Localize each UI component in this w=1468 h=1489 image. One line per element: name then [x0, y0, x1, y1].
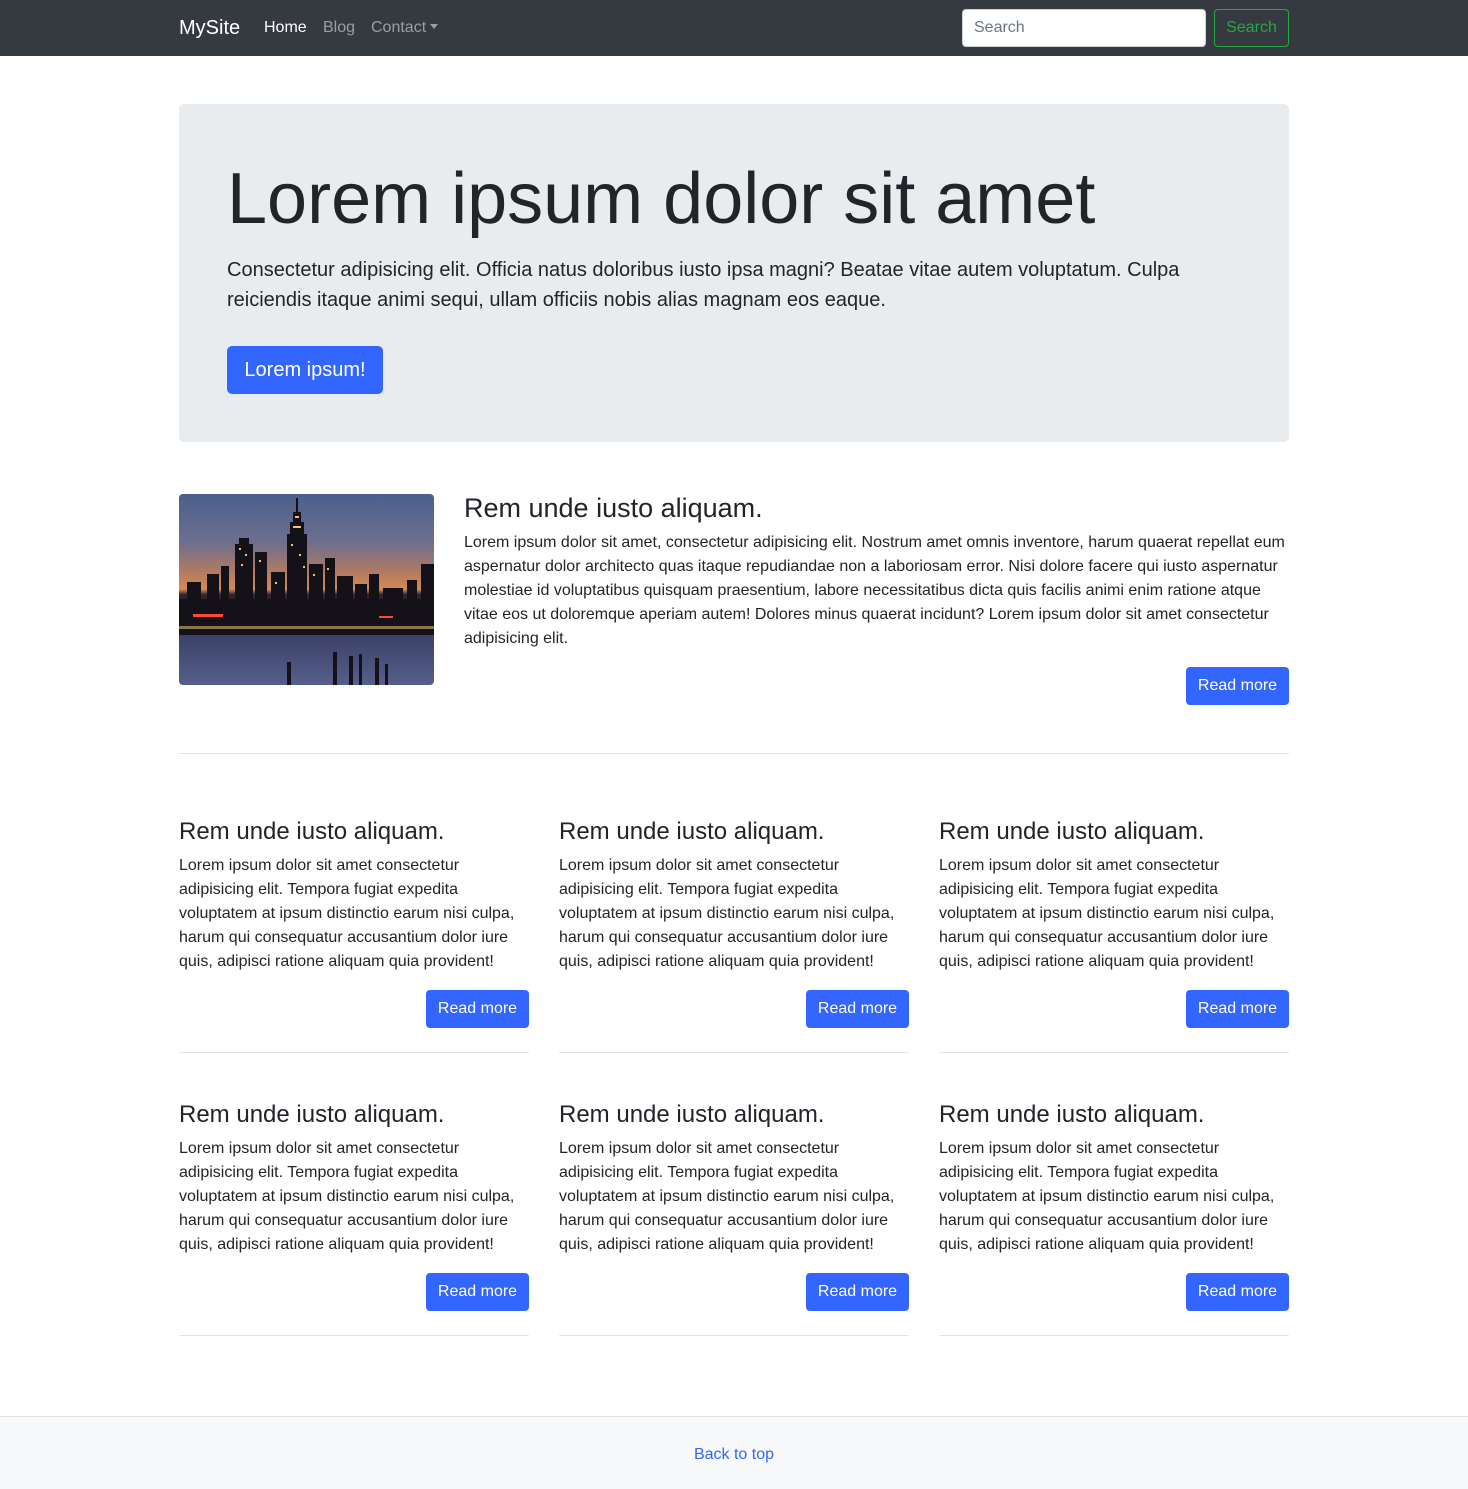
city-skyline-image	[179, 494, 434, 685]
navbar: MySite Home Blog Contact Search	[0, 0, 1468, 56]
card-text: Lorem ipsum dolor sit amet consectetur a…	[939, 1140, 1275, 1253]
nav-link-home[interactable]: Home	[264, 16, 307, 40]
card-title: Rem unde iusto aliquam.	[559, 818, 825, 845]
card-read-more-button[interactable]: Read more	[426, 990, 529, 1028]
search-button[interactable]: Search	[1214, 9, 1289, 47]
card-read-more-button[interactable]: Read more	[806, 990, 909, 1028]
card-read-more-button[interactable]: Read more	[806, 1273, 909, 1311]
card-read-more-button[interactable]: Read more	[1186, 990, 1289, 1028]
feature-read-more-button[interactable]: Read more	[1186, 667, 1289, 705]
hero-lead: Consectetur adipisicing elit. Officia na…	[227, 259, 1180, 311]
card-divider	[179, 1052, 529, 1053]
card-text: Lorem ipsum dolor sit amet consectetur a…	[559, 1140, 895, 1253]
card-title: Rem unde iusto aliquam.	[559, 1101, 825, 1128]
card-title: Rem unde iusto aliquam.	[179, 818, 445, 845]
brand-link[interactable]: MySite	[179, 14, 240, 42]
footer: Back to top	[0, 1416, 1468, 1489]
back-to-top-link[interactable]: Back to top	[694, 1446, 774, 1463]
hero-jumbotron: Lorem ipsum dolor sit amet Consectetur a…	[179, 104, 1289, 442]
card-divider	[559, 1052, 909, 1053]
hero-cta-button[interactable]: Lorem ipsum!	[227, 346, 383, 394]
card-text: Lorem ipsum dolor sit amet consectetur a…	[179, 857, 515, 970]
card-title: Rem unde iusto aliquam.	[939, 1101, 1205, 1128]
back-to-top-row: Back to top	[0, 1443, 1468, 1467]
card-text: Lorem ipsum dolor sit amet consectetur a…	[179, 1140, 515, 1253]
card-read-more-button[interactable]: Read more	[426, 1273, 529, 1311]
card-divider	[939, 1052, 1289, 1053]
card-divider	[939, 1335, 1289, 1336]
hero-title: Lorem ipsum dolor sit amet	[227, 159, 1096, 239]
search-input[interactable]	[962, 9, 1206, 47]
divider	[179, 753, 1289, 754]
card-title: Rem unde iusto aliquam.	[939, 818, 1205, 845]
card-text: Lorem ipsum dolor sit amet consectetur a…	[939, 857, 1275, 970]
card-divider	[179, 1335, 529, 1336]
caret-down-icon	[430, 24, 439, 29]
card-read-more-button[interactable]: Read more	[1186, 1273, 1289, 1311]
card-divider	[559, 1335, 909, 1336]
feature-title: Rem unde iusto aliquam.	[464, 493, 763, 523]
nav-link-contact-label: Contact	[371, 19, 427, 36]
nav-link-blog[interactable]: Blog	[323, 16, 355, 40]
nav-link-contact-dropdown[interactable]: Contact	[371, 16, 439, 40]
card-title: Rem unde iusto aliquam.	[179, 1101, 445, 1128]
card-text: Lorem ipsum dolor sit amet consectetur a…	[559, 857, 895, 970]
feature-text: Lorem ipsum dolor sit amet, consectetur …	[464, 534, 1285, 647]
